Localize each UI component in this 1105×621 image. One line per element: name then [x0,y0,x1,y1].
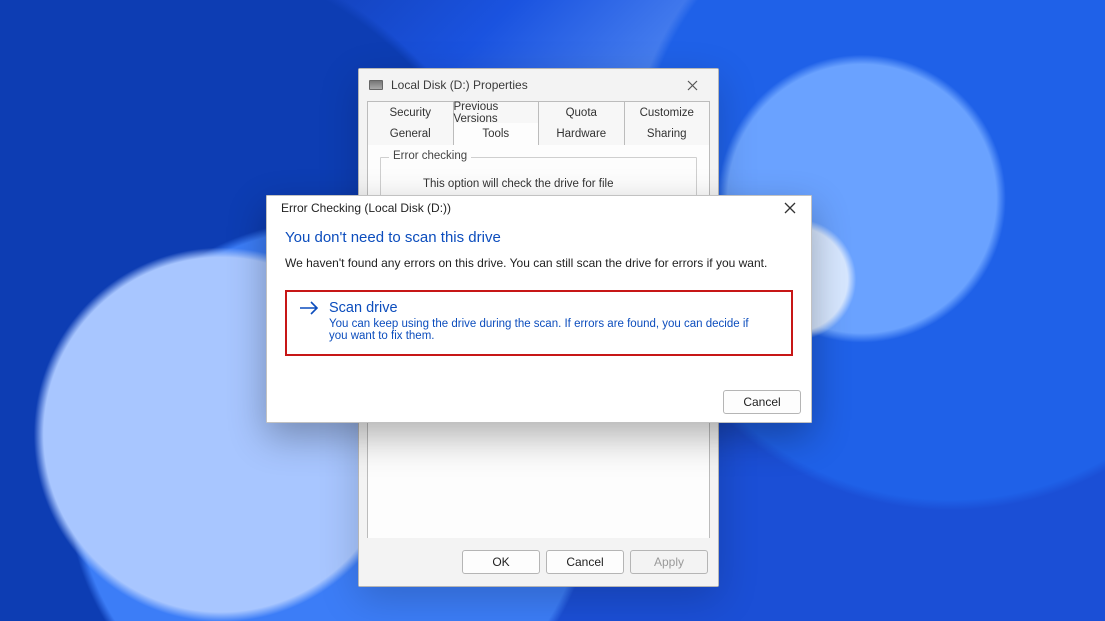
tab-security[interactable]: Security [367,101,454,123]
tab-hardware[interactable]: Hardware [539,123,625,145]
tab-general[interactable]: General [367,123,454,145]
tab-previous-versions[interactable]: Previous Versions [454,101,540,123]
dialog-footer: Cancel [267,382,811,422]
dialog-headline: You don't need to scan this drive [285,229,793,246]
error-checking-desc: This option will check the drive for fil… [423,178,682,190]
scan-drive-text: Scan drive You can keep using the drive … [329,300,759,342]
tab-customize[interactable]: Customize [625,101,711,123]
error-checking-dialog: Error Checking (Local Disk (D:)) You don… [266,195,812,423]
dialog-title: Error Checking (Local Disk (D:)) [281,201,771,215]
close-icon[interactable] [672,71,712,99]
tab-quota[interactable]: Quota [539,101,625,123]
tab-row-2: General Tools Hardware Sharing [367,123,710,145]
dialog-titlebar[interactable]: Error Checking (Local Disk (D:)) [267,196,811,219]
tab-tools[interactable]: Tools [454,123,540,145]
drive-icon [369,80,383,90]
apply-button: Apply [630,550,708,574]
error-checking-legend: Error checking [389,150,471,162]
close-icon[interactable] [771,197,809,219]
dialog-cancel-button[interactable]: Cancel [723,390,801,414]
scan-drive-action[interactable]: Scan drive You can keep using the drive … [285,290,793,356]
properties-title: Local Disk (D:) Properties [391,78,672,92]
ok-button[interactable]: OK [462,550,540,574]
dialog-body: You don't need to scan this drive We hav… [267,219,811,382]
scan-drive-title: Scan drive [329,300,759,316]
arrow-right-icon [299,300,319,342]
tab-row-1: Security Previous Versions Quota Customi… [367,101,710,123]
scan-drive-desc: You can keep using the drive during the … [329,318,759,342]
properties-button-row: OK Cancel Apply [359,538,718,586]
tab-sharing[interactable]: Sharing [625,123,711,145]
dialog-subtext: We haven't found any errors on this driv… [285,256,793,270]
properties-titlebar[interactable]: Local Disk (D:) Properties [359,69,718,101]
cancel-button[interactable]: Cancel [546,550,624,574]
